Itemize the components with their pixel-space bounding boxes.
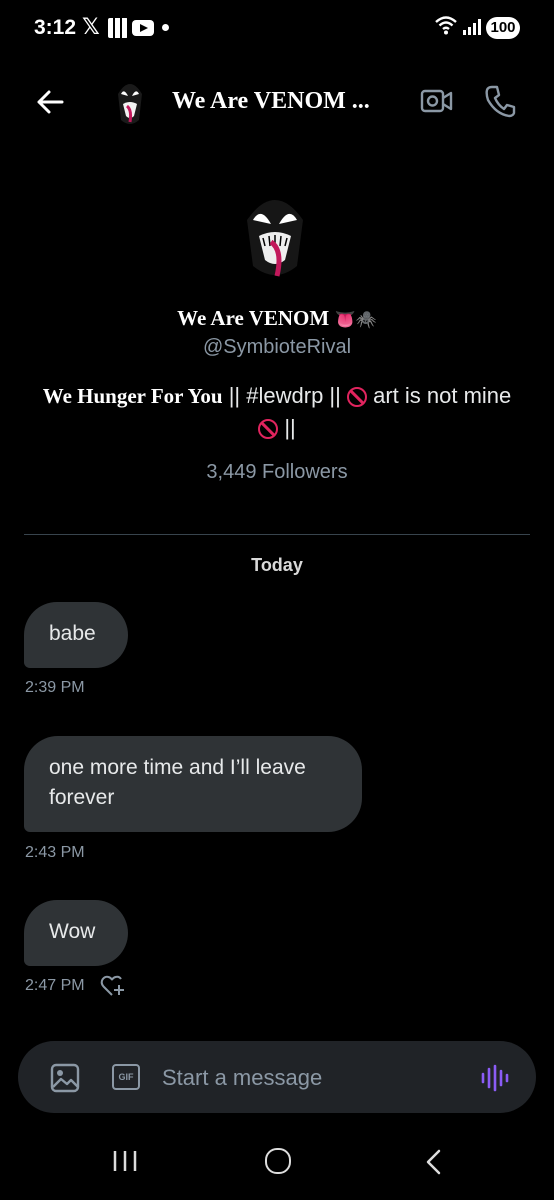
home-icon[interactable] xyxy=(265,1148,291,1174)
notification-dot-icon xyxy=(162,24,169,31)
message-timestamp: 2:47 PM xyxy=(25,977,85,994)
message-bubble[interactable]: one more time and I’ll leave forever xyxy=(24,736,362,832)
image-attach-icon[interactable] xyxy=(50,1063,80,1093)
header-avatar[interactable] xyxy=(110,76,150,126)
voice-message-icon[interactable] xyxy=(480,1063,510,1093)
recent-apps-icon[interactable] xyxy=(112,1148,138,1174)
bio-text-2: art is not mine xyxy=(366,383,512,408)
status-bar: 3:12 𝕏 100 xyxy=(0,0,554,56)
conversation-title[interactable]: We Are VENOM ... xyxy=(172,88,370,115)
bio-text-1: || #lewdrp || xyxy=(222,383,347,408)
message-timestamp: 2:39 PM xyxy=(25,679,85,696)
profile-name: We Are VENOM 👅🕷️ xyxy=(0,306,554,331)
followers-count[interactable]: 3,449 Followers xyxy=(0,461,554,484)
x-app-icon: 𝕏 xyxy=(82,15,100,40)
divider xyxy=(24,534,530,535)
profile-name-emojis: 👅🕷️ xyxy=(334,310,377,330)
app-notification-icon xyxy=(108,18,128,38)
nav-back-icon[interactable] xyxy=(424,1148,444,1176)
video-call-icon[interactable] xyxy=(420,86,454,116)
bio-text-3: || xyxy=(278,415,296,440)
message-bubble[interactable]: Wow xyxy=(24,900,128,966)
youtube-icon xyxy=(132,20,154,36)
profile-avatar[interactable] xyxy=(237,186,313,280)
signal-icon xyxy=(463,19,481,35)
profile-bio: We Hunger For You || #lewdrp || art is n… xyxy=(40,380,514,443)
message-bubble[interactable]: babe xyxy=(24,602,128,668)
day-divider: Today xyxy=(251,555,303,575)
battery-badge: 100 xyxy=(486,17,520,39)
message-input[interactable] xyxy=(162,1062,452,1094)
wifi-icon xyxy=(435,16,457,35)
profile-name-text: We Are VENOM xyxy=(177,306,330,330)
phone-call-icon[interactable] xyxy=(484,84,516,118)
status-time: 3:12 xyxy=(34,16,77,39)
profile-handle[interactable]: @SymbioteRival xyxy=(0,336,554,359)
bio-bold-text: We Hunger For You xyxy=(42,384,223,408)
back-arrow-icon[interactable] xyxy=(34,86,66,118)
add-reaction-icon[interactable] xyxy=(100,974,126,998)
gif-icon[interactable]: GIF xyxy=(112,1064,140,1090)
message-timestamp: 2:43 PM xyxy=(25,844,85,861)
no-entry-icon xyxy=(258,419,279,439)
no-entry-icon xyxy=(346,387,367,407)
